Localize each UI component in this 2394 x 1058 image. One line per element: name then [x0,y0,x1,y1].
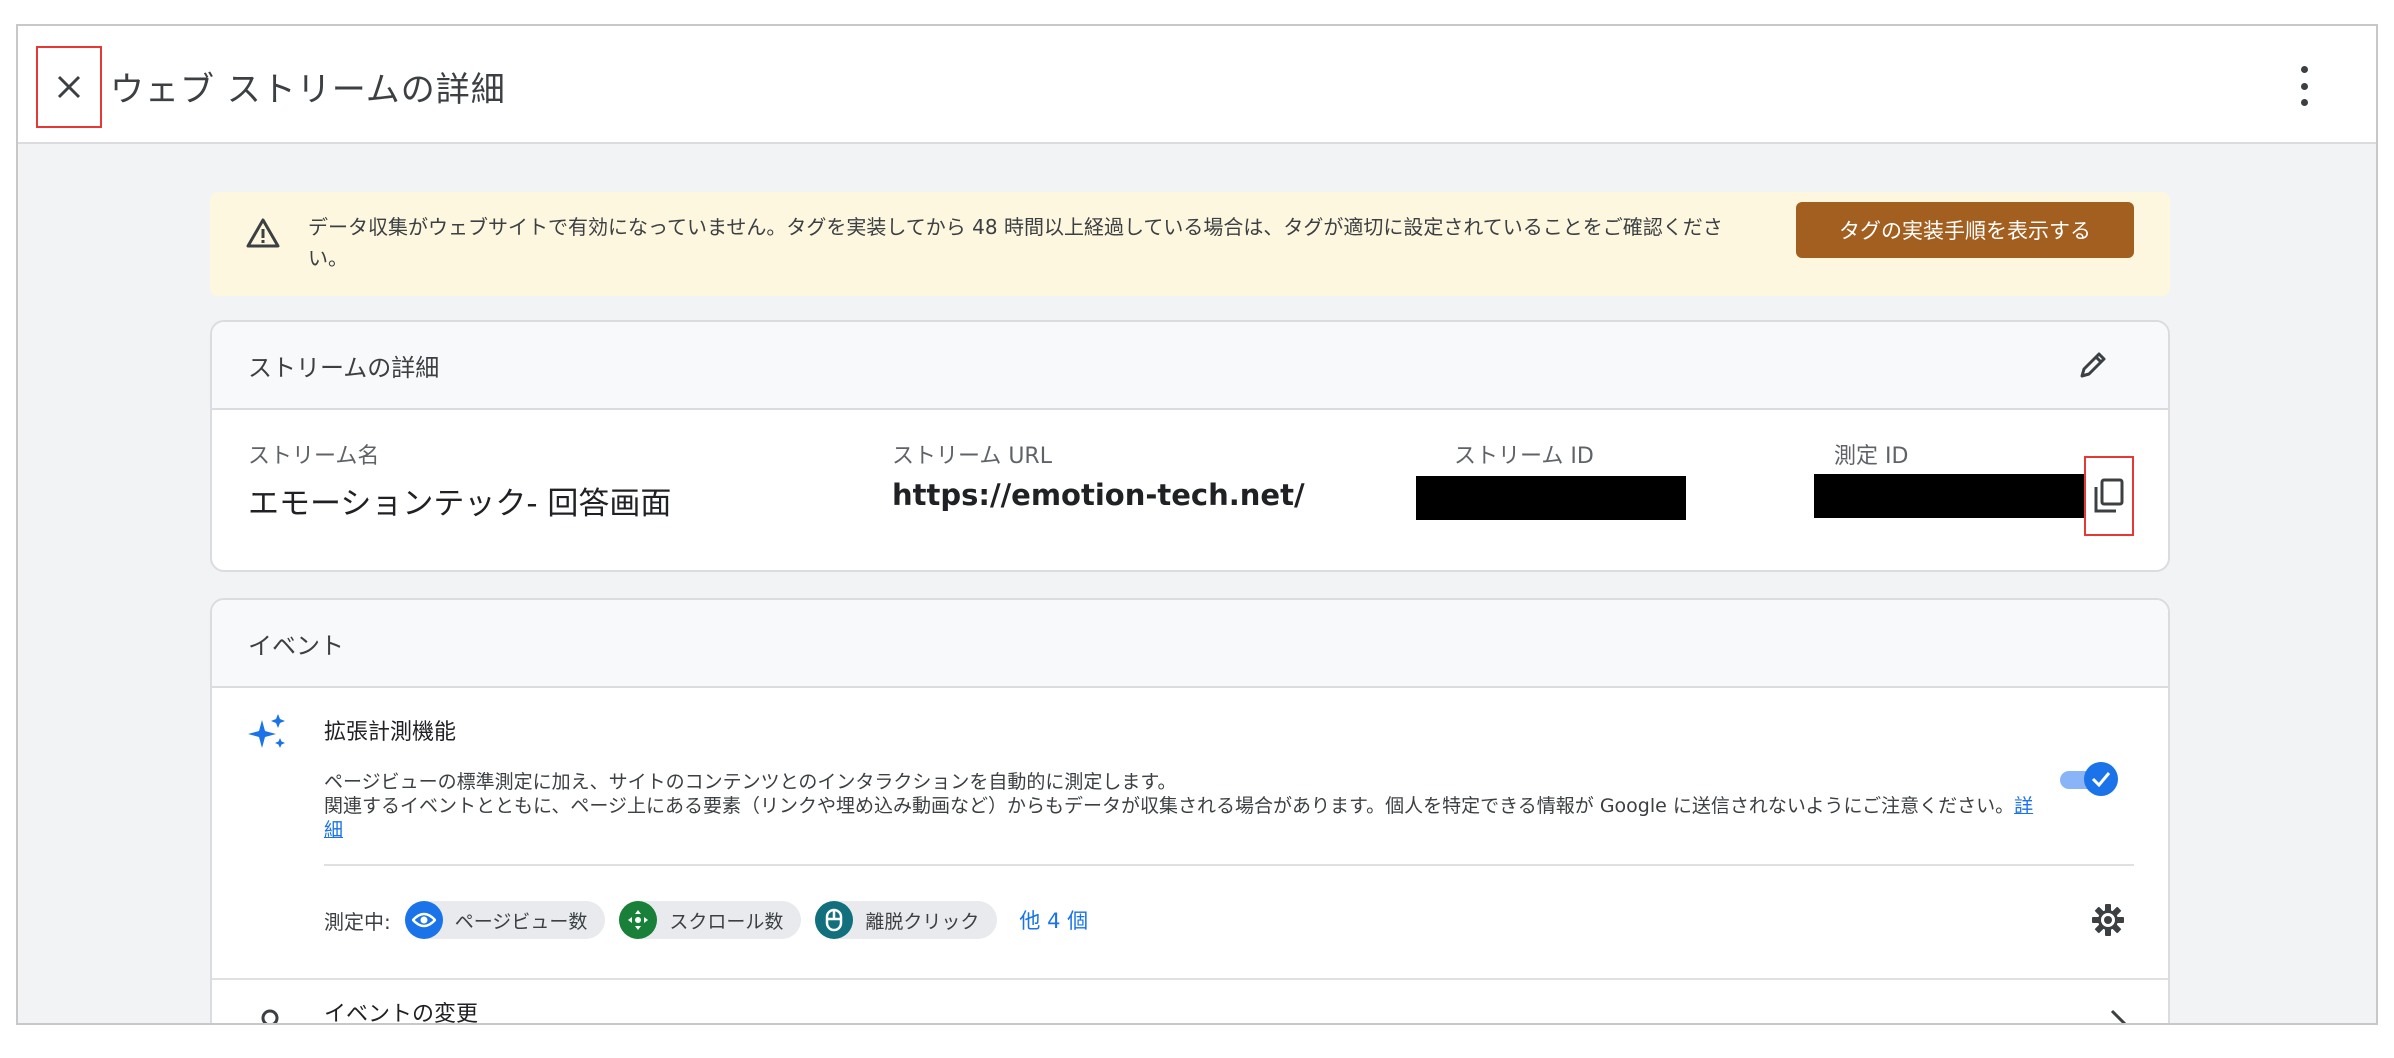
top-bar: ウェブ ストリームの詳細 [18,26,2376,144]
main-content: データ収集がウェブサイトで有効になっていません。タグを実装してから 48 時間以… [210,192,2170,1025]
warning-banner: データ収集がウェブサイトで有効になっていません。タグを実装してから 48 時間以… [210,192,2170,296]
stream-name-value: エモーションテック- 回答画面 [248,486,672,522]
chip-page-views: ページビュー数 [404,901,606,939]
chip-scrolls: スクロール数 [619,901,802,939]
enhanced-measurement-toggle[interactable] [2060,762,2118,798]
stream-url-label: ストリーム URL [892,444,1052,469]
enhanced-desc-line1: ページビューの標準測定に加え、サイトのコンテンツとのインタラクションを自動的に測… [324,771,1177,793]
stream-url-value: https://emotion-tech.net/ [892,478,1305,512]
events-body: 拡張計測機能 ページビューの標準測定に加え、サイトのコンテンツとのインタラクショ… [212,688,2168,1025]
gear-icon[interactable] [2090,902,2126,938]
measuring-label: 測定中: [324,909,391,934]
enhanced-desc-text: 関連するイベントとともに、ページ上にある要素（リンクや埋め込み動画など）からもデ… [324,795,2015,817]
stream-details-card: ストリームの詳細 ストリーム名 エモーションテック- 回答画面 ストリーム UR… [210,320,2170,572]
stream-id-redacted [1416,476,1686,520]
chevron-right-icon[interactable] [2108,1008,2128,1025]
events-title: イベント [248,632,344,660]
stream-details-header: ストリームの詳細 [212,322,2168,410]
touch-icon [261,1009,279,1023]
divider [324,864,2134,866]
chip-label: 離脱クリック [865,910,980,933]
events-card: イベント 拡張計測機能 ページビューの標準測定に加え、サイトのコンテンツとのイン… [210,598,2170,1025]
measurement-id-label: 測定 ID [1834,444,1909,469]
show-tag-instructions-button[interactable]: タグの実装手順を表示する [1796,202,2134,258]
close-icon [57,75,81,99]
stream-name-label: ストリーム名 [248,444,380,469]
scroll-arrows-icon [619,901,658,939]
more-events-link[interactable]: 他 4 個 [1019,905,1088,935]
stream-details-body: ストリーム名 エモーションテック- 回答画面 ストリーム URL https:/… [212,410,2168,570]
eye-icon [404,901,443,939]
chip-outbound-clicks: 離脱クリック [815,901,998,939]
enhanced-measurement-title: 拡張計測機能 [324,720,457,745]
page-title: ウェブ ストリームの詳細 [110,70,506,110]
close-button[interactable] [36,46,102,128]
measurement-id-redacted [1814,474,2084,518]
divider [212,978,2168,980]
sparkle-icon [248,714,285,748]
copy-icon [2094,478,2124,513]
modify-events-label[interactable]: イベントの変更 [324,996,478,1023]
chip-label: ページビュー数 [454,910,588,933]
events-header: イベント [212,600,2168,688]
enhanced-desc-line2: 関連するイベントとともに、ページ上にある要素（リンクや埋め込み動画など）からもデ… [324,794,2044,842]
warning-icon [246,218,280,248]
enhanced-measurement-description: ページビューの標準測定に加え、サイトのコンテンツとのインタラクションを自動的に測… [324,770,2044,842]
warning-text: データ収集がウェブサイトで有効になっていません。タグを実装してから 48 時間以… [308,215,1723,270]
app-window: ウェブ ストリームの詳細 データ収集がウェブサイトで有効になっていません。タグを… [16,24,2378,1025]
copy-measurement-id-button[interactable] [2084,456,2134,536]
more-options-icon[interactable] [2292,66,2316,106]
stream-details-title: ストリームの詳細 [248,354,440,382]
mouse-icon [815,901,854,939]
edit-icon[interactable] [2076,348,2110,382]
chip-label: スクロール数 [669,910,784,933]
toggle-knob [2084,762,2118,796]
measuring-row: 測定中: ページビュー数 スクロール数 離脱クリック 他 4 個 [324,900,1088,940]
check-icon [2091,772,2111,787]
stream-id-label: ストリーム ID [1454,444,1594,469]
